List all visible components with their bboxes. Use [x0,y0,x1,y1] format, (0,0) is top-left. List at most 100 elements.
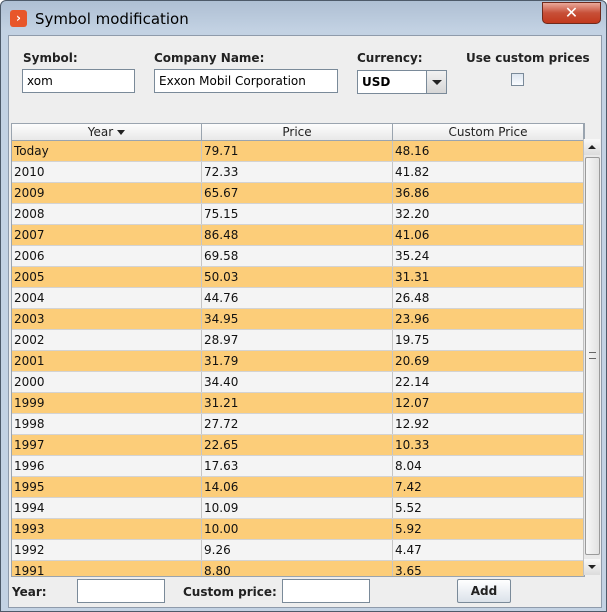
table-row[interactable]: 2009 65.67 36.86 [12,183,584,204]
table-row[interactable]: 2007 86.48 41.06 [12,225,584,246]
custom-price-cell: 20.69 [393,351,584,371]
table-row[interactable]: 1993 10.00 5.92 [12,519,584,540]
custom-price-cell: 19.75 [393,330,584,350]
price-cell: 31.21 [202,393,393,413]
table-row[interactable]: 2000 34.40 22.14 [12,372,584,393]
custom-price-cell: 8.04 [393,456,584,476]
custom-price-cell: 12.92 [393,414,584,434]
price-cell: 86.48 [202,225,393,245]
table-row[interactable]: 1991 8.80 3.65 [12,561,584,576]
year-input[interactable] [77,579,165,603]
price-cell: 65.67 [202,183,393,203]
year-cell: 2010 [12,162,202,182]
year-cell: 2001 [12,351,202,371]
table-scrollbar[interactable] [583,139,600,575]
add-button[interactable]: Add [457,579,511,603]
table-row[interactable]: 1997 22.65 10.33 [12,435,584,456]
year-cell: 1991 [12,561,202,576]
year-cell: 1996 [12,456,202,476]
custom-price-cell: 23.96 [393,309,584,329]
custom-price-cell: 7.42 [393,477,584,497]
table-row[interactable]: 2002 28.97 19.75 [12,330,584,351]
table-row[interactable]: 2008 75.15 32.20 [12,204,584,225]
year-cell: Today [12,141,202,161]
price-cell: 10.00 [202,519,393,539]
price-cell: 72.33 [202,162,393,182]
year-cell: 1997 [12,435,202,455]
price-cell: 8.80 [202,561,393,576]
custom-price-cell: 10.33 [393,435,584,455]
use-custom-prices-checkbox[interactable] [511,73,524,86]
price-cell: 69.58 [202,246,393,266]
prices-table: Year Price Custom Price Today 79.71 48.16 2… [11,123,585,577]
custom-price-cell: 22.14 [393,372,584,392]
price-cell: 14.06 [202,477,393,497]
scrollbar-thumb[interactable] [585,157,600,555]
price-cell: 22.65 [202,435,393,455]
year-cell: 1993 [12,519,202,539]
custom-price-label: Custom price: [183,585,277,599]
year-cell: 2005 [12,267,202,287]
scroll-up-arrow-icon[interactable] [584,139,600,155]
table-header: Year Price Custom Price [12,124,584,141]
column-header-label: Year [87,125,114,139]
column-header-price[interactable]: Price [202,124,393,140]
custom-price-cell: 5.52 [393,498,584,518]
year-cell: 2003 [12,309,202,329]
symbol-label: Symbol: [23,51,78,65]
window-title: Symbol modification [35,10,189,28]
price-cell: 75.15 [202,204,393,224]
year-cell: 1994 [12,498,202,518]
table-row[interactable]: 1994 10.09 5.52 [12,498,584,519]
year-cell: 2008 [12,204,202,224]
table-row[interactable]: 1996 17.63 8.04 [12,456,584,477]
year-label: Year: [12,585,47,599]
price-cell: 44.76 [202,288,393,308]
table-row[interactable]: 2006 69.58 35.24 [12,246,584,267]
symbol-modification-window: › Symbol modification ✕ Symbol: xom Comp… [0,0,607,612]
symbol-input[interactable]: xom [22,69,135,93]
chevron-down-icon[interactable] [426,71,446,93]
use-custom-prices-label: Use custom prices [466,51,590,65]
company-name-input[interactable]: Exxon Mobil Corporation [154,69,338,93]
year-cell: 1999 [12,393,202,413]
custom-price-cell: 41.06 [393,225,584,245]
dialog-content: Symbol: xom Company Name: Exxon Mobil Co… [8,35,602,608]
custom-price-cell: 32.20 [393,204,584,224]
table-row[interactable]: 1995 14.06 7.42 [12,477,584,498]
table-row[interactable]: 1992 9.26 4.47 [12,540,584,561]
year-cell: 2004 [12,288,202,308]
currency-select[interactable]: USD [357,70,447,94]
price-cell: 17.63 [202,456,393,476]
table-body: Today 79.71 48.16 2010 72.33 41.82 2009 65.67 36… [12,141,584,576]
price-cell: 34.95 [202,309,393,329]
year-cell: 2002 [12,330,202,350]
table-row[interactable]: 1999 31.21 12.07 [12,393,584,414]
currency-value: USD [362,75,391,89]
scroll-down-arrow-icon[interactable] [584,559,600,575]
currency-label: Currency: [357,51,423,65]
column-header-custom-price[interactable]: Custom Price [393,124,584,140]
table-row[interactable]: 2003 34.95 23.96 [12,309,584,330]
table-row[interactable]: Today 79.71 48.16 [12,141,584,162]
price-cell: 79.71 [202,141,393,161]
price-cell: 28.97 [202,330,393,350]
year-cell: 1998 [12,414,202,434]
company-name-label: Company Name: [154,51,265,65]
close-button[interactable]: ✕ [542,2,601,24]
table-row[interactable]: 2001 31.79 20.69 [12,351,584,372]
custom-price-cell: 41.82 [393,162,584,182]
price-cell: 10.09 [202,498,393,518]
custom-price-input[interactable] [282,579,370,603]
custom-price-cell: 5.92 [393,519,584,539]
title-bar[interactable]: › Symbol modification ✕ [1,1,606,35]
table-row[interactable]: 2005 50.03 31.31 [12,267,584,288]
table-row[interactable]: 1998 27.72 12.92 [12,414,584,435]
price-cell: 27.72 [202,414,393,434]
custom-price-cell: 3.65 [393,561,584,576]
column-header-year[interactable]: Year [12,124,202,140]
year-cell: 2006 [12,246,202,266]
custom-price-cell: 48.16 [393,141,584,161]
table-row[interactable]: 2004 44.76 26.48 [12,288,584,309]
table-row[interactable]: 2010 72.33 41.82 [12,162,584,183]
